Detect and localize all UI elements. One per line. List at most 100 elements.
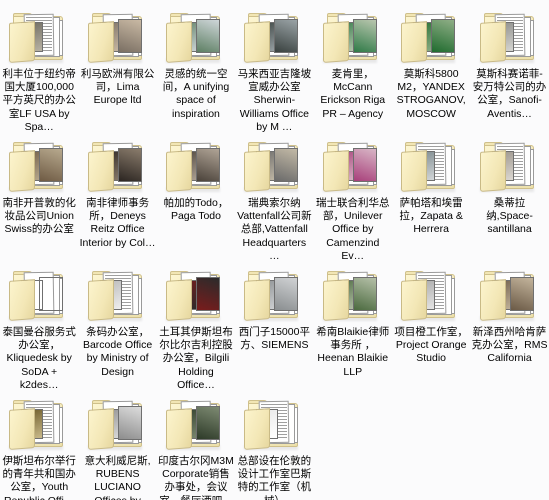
- photo-thumbnail: [195, 406, 220, 440]
- folder-label: 总部设在伦敦的设计工作室巴斯特的工作室（机械）: [237, 455, 312, 500]
- folder-label: 瑞典索尔纳Vattenfall公司新总部,Vattenfall Headquar…: [237, 197, 312, 262]
- folder-item[interactable]: 灵感的统一空间，A unifying space of inspiration: [157, 4, 235, 133]
- folder-label: 泰国曼谷服务式办公室，Kliquedesk by SoDA + k2des…: [2, 326, 76, 391]
- folder-item[interactable]: 项目橙工作室，Project Orange Studio: [392, 262, 470, 391]
- folder-item[interactable]: 马来西亚吉隆坡宣威办公室Sherwin-Williams Office by M…: [235, 4, 313, 133]
- folder-front-flap: [479, 150, 506, 192]
- folder-front-flap: [401, 279, 428, 321]
- photo-thumbnail: [195, 19, 220, 53]
- folder-item[interactable]: 莫斯科赛诺菲-安万特公司的办公室，Sanofi-Aventis…: [470, 4, 548, 133]
- folder-label: 意大利威尼斯, RUBENS LUCIANO Offices by Sim…: [84, 455, 151, 500]
- folder-item[interactable]: 利丰位于纽约帝国大厦100,000平方英尺的办公室LF USA by Spa…: [0, 4, 78, 133]
- photo-thumbnail: [352, 19, 377, 53]
- folder-item[interactable]: 麦肯里，McCann Erickson Riga PR – Agency: [314, 4, 392, 133]
- photo-thumbnail: [352, 277, 377, 311]
- folder-label: 伊斯坦布尔举行的青年共和国办公室，Youth Republic Offi…: [2, 455, 76, 500]
- folder-front-flap: [87, 279, 114, 321]
- folder-item[interactable]: 桑蒂拉纳,Space-santillana: [470, 133, 548, 262]
- folder-item[interactable]: 西门子15000平方、SIEMENS: [235, 262, 313, 391]
- folder-with-photos-icon[interactable]: [86, 395, 150, 453]
- photo-thumbnail: [274, 277, 299, 311]
- folder-front-flap: [401, 21, 428, 63]
- photo-thumbnail: [117, 19, 142, 53]
- folder-with-documents-icon[interactable]: [7, 395, 71, 453]
- folder-front-flap: [165, 21, 192, 63]
- folder-label: 莫斯科赛诺菲-安万特公司的办公室，Sanofi-Aventis…: [472, 68, 547, 120]
- folder-front-flap: [165, 279, 192, 321]
- folder-label: 希南Blaikie律师事务所 ，Heenan Blaikie LLP: [316, 326, 390, 378]
- folder-item[interactable]: 莫斯科5800 M2，YANDEX STROGANOV, MOSCOW: [392, 4, 470, 133]
- folder-with-photos-icon[interactable]: [242, 266, 306, 324]
- folder-front-flap: [322, 279, 349, 321]
- photo-thumbnail: [431, 19, 456, 53]
- folder-with-photos-icon[interactable]: [86, 137, 150, 195]
- folder-item[interactable]: 南非开普敦的化妆品公司Union Swiss的办公室: [0, 133, 78, 262]
- folder-item[interactable]: 萨帕塔和埃雷拉，Zapata & Herrera: [392, 133, 470, 262]
- folder-item[interactable]: 新泽西州哈肯萨克办公室，RMS California: [470, 262, 548, 391]
- folder-with-documents-icon[interactable]: [7, 8, 71, 66]
- folder-with-photos-icon[interactable]: [164, 395, 228, 453]
- folder-item[interactable]: 意大利威尼斯, RUBENS LUCIANO Offices by Sim…: [78, 391, 156, 500]
- folder-label: 新泽西州哈肯萨克办公室，RMS California: [471, 326, 548, 365]
- folder-front-flap: [9, 279, 36, 321]
- folder-label: 帕加的Todo，Paga Todo: [163, 197, 229, 223]
- folder-with-documents-icon[interactable]: [478, 8, 542, 66]
- folder-with-photos-icon[interactable]: [321, 266, 385, 324]
- folder-with-photos-icon[interactable]: [86, 8, 150, 66]
- photo-thumbnail: [274, 148, 299, 182]
- folder-with-photos-icon[interactable]: [7, 137, 71, 195]
- folder-with-photos-icon[interactable]: [399, 8, 463, 66]
- folder-label: 马来西亚吉隆坡宣威办公室Sherwin-Williams Office by M…: [237, 68, 312, 133]
- folder-with-photos-icon[interactable]: [321, 137, 385, 195]
- folder-with-photos-icon[interactable]: [242, 8, 306, 66]
- folder-item[interactable]: 帕加的Todo，Paga Todo: [157, 133, 235, 262]
- folder-label: 瑞士联合利华总部，Unilever Office by Camenzind Ev…: [316, 197, 390, 262]
- folder-label: 西门子15000平方、SIEMENS: [238, 326, 310, 352]
- folder-with-documents-icon[interactable]: [478, 137, 542, 195]
- folder-front-flap: [87, 408, 114, 450]
- folder-front-flap: [479, 279, 506, 321]
- folder-front-flap: [165, 150, 192, 192]
- folder-with-photos-icon[interactable]: [478, 266, 542, 324]
- folder-front-flap: [87, 21, 114, 63]
- folder-with-documents-icon[interactable]: [399, 266, 463, 324]
- folder-item[interactable]: 南非律师事务所，Deneys Reitz Office Interior by …: [78, 133, 156, 262]
- folder-front-flap: [244, 279, 271, 321]
- folder-label: 灵感的统一空间，A unifying space of inspiration: [162, 68, 230, 120]
- folder-item[interactable]: 瑞典索尔纳Vattenfall公司新总部,Vattenfall Headquar…: [235, 133, 313, 262]
- folder-label: 桑蒂拉纳,Space-santillana: [486, 197, 533, 236]
- folder-label: 利马欧洲有限公司，Lima Europe ltd: [80, 68, 155, 107]
- folder-with-documents-icon[interactable]: [242, 395, 306, 453]
- folder-item[interactable]: 泰国曼谷服务式办公室，Kliquedesk by SoDA + k2des…: [0, 262, 78, 391]
- folder-front-flap: [9, 21, 36, 63]
- file-explorer-grid[interactable]: 利丰位于纽约帝国大厦100,000平方英尺的办公室LF USA by Spa… 利…: [0, 0, 549, 500]
- folder-item[interactable]: 瑞士联合利华总部，Unilever Office by Camenzind Ev…: [314, 133, 392, 262]
- folder-with-photos-icon[interactable]: [7, 266, 71, 324]
- folder-with-photos-icon[interactable]: [164, 8, 228, 66]
- photo-thumbnail: [117, 148, 142, 182]
- folder-item[interactable]: 条码办公室，Barcode Office by Ministry of Desi…: [78, 262, 156, 391]
- folder-front-flap: [322, 150, 349, 192]
- folder-with-photos-icon[interactable]: [164, 137, 228, 195]
- folder-item[interactable]: 利马欧洲有限公司，Lima Europe ltd: [78, 4, 156, 133]
- folder-label: 项目橙工作室，Project Orange Studio: [394, 326, 468, 365]
- folder-front-flap: [479, 21, 506, 63]
- folder-with-photos-icon[interactable]: [242, 137, 306, 195]
- folder-front-flap: [87, 150, 114, 192]
- folder-item[interactable]: 希南Blaikie律师事务所 ，Heenan Blaikie LLP: [314, 262, 392, 391]
- folder-item[interactable]: 土耳其伊斯坦布尔比尔吉利控股办公室，Bilgili Holding Office…: [157, 262, 235, 391]
- folder-label: 南非律师事务所，Deneys Reitz Office Interior by …: [79, 197, 156, 249]
- folder-with-photos-icon[interactable]: [164, 266, 228, 324]
- folder-label: 印度古尔冈M3M Corporate销售办事处，会议室、餐厅酒吧…: [158, 455, 234, 500]
- folder-item[interactable]: 总部设在伦敦的设计工作室巴斯特的工作室（机械）: [235, 391, 313, 500]
- folder-item[interactable]: 印度古尔冈M3M Corporate销售办事处，会议室、餐厅酒吧…: [157, 391, 235, 500]
- folder-label: 南非开普敦的化妆品公司Union Swiss的办公室: [2, 197, 76, 236]
- folder-with-photos-icon[interactable]: [321, 8, 385, 66]
- folder-label: 萨帕塔和埃雷拉，Zapata & Herrera: [399, 197, 463, 236]
- folder-with-documents-icon[interactable]: [86, 266, 150, 324]
- folder-front-flap: [9, 150, 36, 192]
- folder-front-flap: [244, 408, 271, 450]
- folder-with-documents-icon[interactable]: [399, 137, 463, 195]
- photo-thumbnail: [509, 277, 534, 311]
- folder-item[interactable]: 伊斯坦布尔举行的青年共和国办公室，Youth Republic Offi…: [0, 391, 78, 500]
